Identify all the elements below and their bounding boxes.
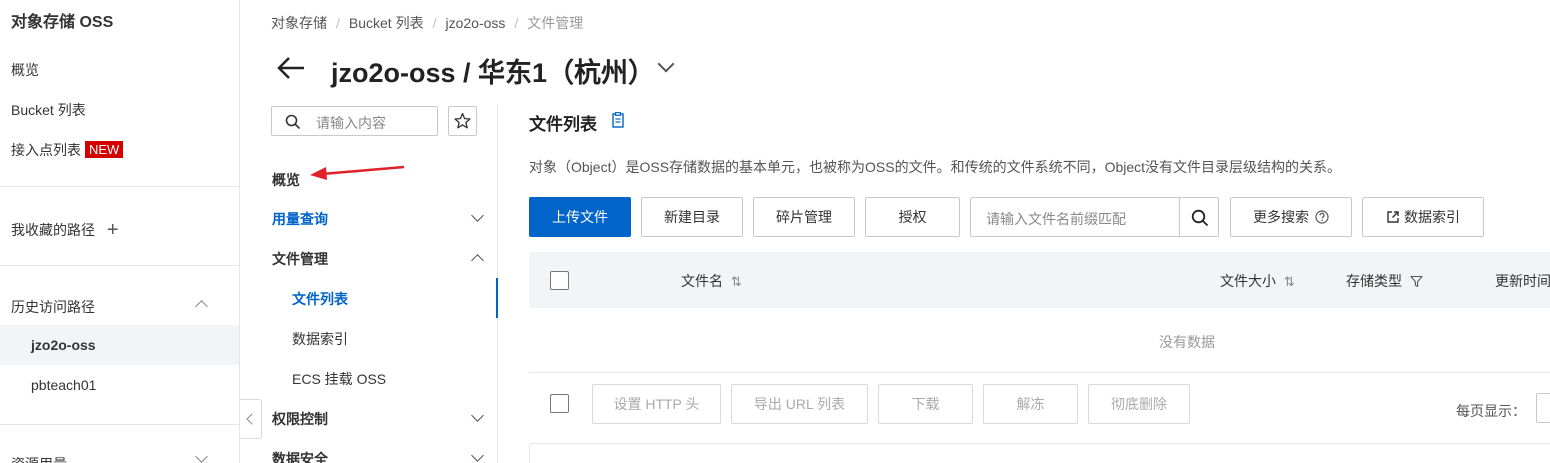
column-updated-time[interactable]: 更新时间 [1495,271,1550,291]
breadcrumb-current: 文件管理 [527,15,584,31]
breadcrumb-item[interactable]: Bucket 列表 [349,15,424,31]
file-search-placeholder: 请输入文件名前缀匹配 [986,211,1126,227]
sort-icon: ⇅ [730,274,742,289]
breadcrumb-item[interactable]: 对象存储 [271,15,327,31]
table-header: 文件名 ⇅ 文件大小 ⇅ 存储类型 更新时间 [529,252,1550,308]
column-storage-type[interactable]: 存储类型 [1346,271,1423,291]
search-icon [285,114,301,130]
set-http-header-button[interactable]: 设置 HTTP 头 [592,384,721,424]
upload-file-button[interactable]: 上传文件 [529,197,631,237]
chevron-down-icon[interactable] [471,449,484,462]
select-all-checkbox[interactable] [550,271,569,290]
content-panel [529,443,1550,463]
chevron-down-icon[interactable] [195,450,208,463]
breadcrumb: 对象存储 / Bucket 列表 / jzo2o-oss / 文件管理 [271,15,584,31]
back-arrow-icon[interactable] [276,53,306,83]
column-filename-label: 文件名 [681,273,723,289]
unfreeze-button[interactable]: 解冻 [983,384,1078,424]
per-page-label: 每页显示： [1456,403,1526,419]
page-title: jzo2o-oss / 华东1（杭州） [331,58,656,88]
chevron-down-icon[interactable] [471,409,484,422]
subnav-item-data-security[interactable]: 数据安全 [272,449,328,463]
external-link-icon [1387,211,1399,223]
subnav-item-ecs-mount[interactable]: ECS 挂载 OSS [292,369,386,389]
more-search-button[interactable]: 更多搜索 [1230,197,1352,237]
new-directory-button[interactable]: 新建目录 [641,197,743,237]
search-icon[interactable] [1191,209,1209,227]
divider [0,186,239,187]
export-url-list-button[interactable]: 导出 URL 列表 [731,384,868,424]
data-index-button[interactable]: 数据索引 [1362,197,1484,237]
data-index-label: 数据索引 [1404,209,1460,225]
favorites-header[interactable]: 我收藏的路径 + [11,219,119,242]
subnav-active-indicator [496,278,498,318]
column-storage-type-label: 存储类型 [1346,273,1402,289]
empty-table-message: 没有数据 [1159,334,1215,350]
favorite-star-button[interactable] [448,106,477,136]
nav-item-resources[interactable]: 资源用量 [11,454,67,463]
divider [529,372,1550,373]
authorize-button[interactable]: 授权 [865,197,960,237]
chevron-up-icon[interactable] [471,254,484,267]
column-filesize-label: 文件大小 [1220,273,1276,289]
nav-item-bucket-list[interactable]: Bucket 列表 [11,100,86,120]
per-page-select[interactable] [1536,393,1550,423]
file-search-input[interactable]: 请输入文件名前缀匹配 [970,197,1219,237]
product-title: 对象存储 OSS [11,14,114,31]
divider [1179,198,1180,236]
breadcrumb-item[interactable]: jzo2o-oss [445,15,505,31]
chevron-down-icon[interactable] [471,209,484,222]
history-item-jzo2o-oss[interactable]: jzo2o-oss [31,337,96,353]
document-icon[interactable] [611,112,625,128]
divider [0,265,239,266]
collapse-sidebar-button[interactable] [240,399,262,439]
more-search-label: 更多搜索 [1253,209,1310,225]
permanent-delete-button[interactable]: 彻底删除 [1088,384,1190,424]
subnav-item-overview[interactable]: 概览 [272,170,300,190]
sort-icon: ⇅ [1283,274,1295,289]
subnav-item-usage[interactable]: 用量查询 [272,209,328,229]
left-nav: 对象存储 OSS 概览 Bucket 列表 接入点列表 NEW 我收藏的路径 + … [0,0,240,463]
history-header-label: 历史访问路径 [11,299,95,315]
filter-icon[interactable] [1410,275,1423,288]
select-all-bottom-checkbox[interactable] [550,394,569,413]
new-badge: NEW [85,141,124,158]
chevron-left-icon [246,413,258,425]
nav-item-access-points-label: 接入点列表 [11,142,81,158]
subnav-item-data-index[interactable]: 数据索引 [292,329,348,349]
subnav-search-placeholder: 请输入内容 [316,115,386,131]
subnav-item-file-list[interactable]: 文件列表 [292,289,348,309]
subnav-item-file-management[interactable]: 文件管理 [272,249,328,269]
column-filename[interactable]: 文件名 ⇅ [681,271,742,291]
region-dropdown-chevron-icon[interactable] [657,55,675,73]
section-description: 对象（Object）是OSS存储数据的基本单元，也被称为OSS的文件。和传统的文… [529,159,1342,175]
subnav-search-input[interactable]: 请输入内容 [271,106,438,136]
history-item-pbteach01[interactable]: pbteach01 [31,377,96,393]
chevron-up-icon[interactable] [195,300,208,313]
nav-item-overview[interactable]: 概览 [11,60,39,80]
star-icon [454,112,471,129]
add-favorite-icon[interactable]: + [107,219,119,241]
section-title: 文件列表 [529,115,597,134]
divider [0,424,239,425]
favorites-label: 我收藏的路径 [11,222,95,238]
subnav-item-access-control[interactable]: 权限控制 [272,409,328,429]
fragment-management-button[interactable]: 碎片管理 [753,197,855,237]
help-icon [1315,210,1329,224]
column-filesize[interactable]: 文件大小 ⇅ [1220,271,1295,291]
download-button[interactable]: 下载 [878,384,973,424]
annotation-arrow-icon [310,165,405,180]
nav-item-access-points[interactable]: 接入点列表 NEW [11,140,124,160]
